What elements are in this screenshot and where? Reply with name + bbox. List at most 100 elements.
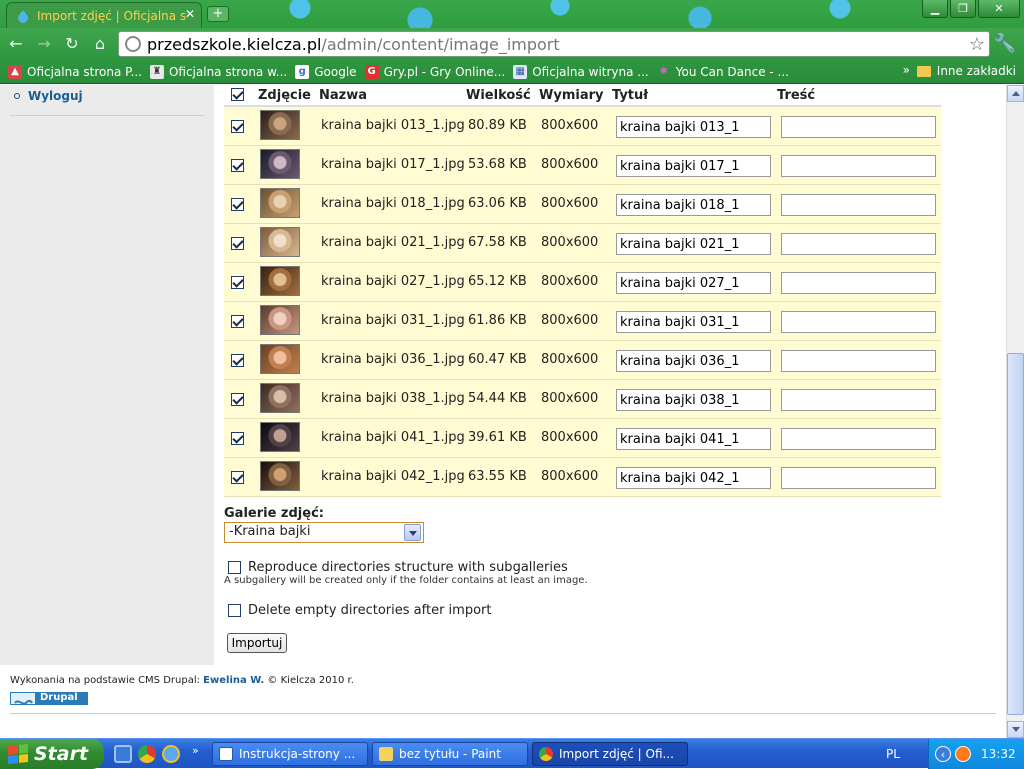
language-indicator[interactable]: PL [886, 747, 900, 761]
body-input[interactable] [781, 428, 936, 450]
close-tab-icon[interactable]: ✕ [185, 7, 195, 21]
row-select-checkbox[interactable] [231, 432, 244, 445]
file-name: kraina bajki 027_1.jpg [321, 274, 465, 289]
file-size: 54.44 KB [468, 391, 527, 406]
title-input[interactable] [616, 194, 771, 216]
table-row: kraina bajki 027_1.jpg 65.12 KB 800x600 [224, 263, 941, 302]
logout-link[interactable]: Wyloguj [28, 89, 83, 103]
close-window-icon[interactable]: ✕ [978, 0, 1020, 18]
file-name: kraina bajki 013_1.jpg [321, 118, 465, 133]
body-input[interactable] [781, 311, 936, 333]
delete-empty-checkbox[interactable] [228, 604, 241, 617]
title-input[interactable] [616, 428, 771, 450]
body-input[interactable] [781, 233, 936, 255]
row-select-checkbox[interactable] [231, 354, 244, 367]
title-input[interactable] [616, 116, 771, 138]
paint-icon [379, 747, 393, 761]
body-input[interactable] [781, 272, 936, 294]
bookmark-item[interactable]: G Gry.pl - Gry Online... [364, 64, 505, 79]
image-dimensions: 800x600 [541, 391, 599, 406]
taskbar-item-chrome[interactable]: Import zdjęć | Ofi... [532, 742, 688, 766]
body-input[interactable] [781, 155, 936, 177]
select-all-checkbox[interactable] [231, 88, 244, 101]
title-input[interactable] [616, 233, 771, 255]
minimize-icon[interactable]: ▁ [922, 0, 948, 18]
internet-explorer-icon[interactable] [162, 745, 180, 763]
windows-taskbar: Start » Instrukcja-strony ... bez tytułu… [0, 738, 1024, 769]
start-button[interactable]: Start [0, 739, 104, 769]
scroll-down-arrow-icon[interactable] [1007, 721, 1024, 738]
bookmarks-overflow-chevron[interactable]: » [903, 63, 910, 77]
restore-icon[interactable]: ❐ [950, 0, 976, 18]
bookmark-item[interactable]: ✱ You Can Dance - ... [657, 65, 789, 79]
photo-thumbnail [260, 383, 300, 413]
reproduce-checkbox[interactable] [228, 561, 241, 574]
title-input[interactable] [616, 155, 771, 177]
row-select-checkbox[interactable] [231, 276, 244, 289]
column-header-photo: Zdjęcie [258, 87, 311, 103]
sidebar-divider [10, 115, 204, 116]
body-input[interactable] [781, 389, 936, 411]
antivirus-icon[interactable] [955, 746, 971, 762]
tray-expand-icon[interactable]: ‹ [935, 746, 951, 762]
row-select-checkbox[interactable] [231, 393, 244, 406]
body-input[interactable] [781, 194, 936, 216]
bookmark-label: Google [314, 64, 357, 79]
title-input[interactable] [616, 389, 771, 411]
row-select-checkbox[interactable] [231, 237, 244, 250]
footer-author-link[interactable]: Ewelina W. [203, 675, 264, 686]
file-name: kraina bajki 021_1.jpg [321, 235, 465, 250]
title-input[interactable] [616, 272, 771, 294]
clock: 13:32 [981, 747, 1016, 761]
bookmark-label: Oficjalna strona P... [27, 64, 142, 79]
taskbar-item-label: bez tytułu - Paint [399, 747, 501, 761]
row-select-checkbox[interactable] [231, 120, 244, 133]
wrench-menu-icon[interactable]: 🔧 [994, 33, 1016, 54]
gallery-select[interactable]: -Kraina bajki [224, 522, 424, 543]
scrollbar-thumb[interactable] [1007, 353, 1024, 715]
dropdown-arrow-icon[interactable] [404, 524, 421, 541]
photo-thumbnail [260, 422, 300, 452]
bookmark-item[interactable]: g Google [295, 64, 357, 79]
home-icon[interactable]: ⌂ [90, 34, 110, 54]
bookmark-item[interactable]: ▲ Oficjalna strona P... [8, 64, 142, 79]
scroll-up-arrow-icon[interactable] [1007, 85, 1024, 102]
forward-arrow-icon[interactable]: → [34, 34, 54, 54]
sidebar: Wyloguj [0, 85, 214, 665]
body-input[interactable] [781, 350, 936, 372]
row-select-checkbox[interactable] [231, 198, 244, 211]
column-header-size: Wielkość [466, 87, 531, 103]
import-button[interactable]: Importuj [227, 633, 287, 653]
photo-thumbnail [260, 344, 300, 374]
title-input[interactable] [616, 350, 771, 372]
file-size: 60.47 KB [468, 352, 527, 367]
drupal-badge[interactable]: Drupal [10, 692, 88, 705]
vertical-scrollbar[interactable] [1006, 85, 1024, 738]
other-bookmarks-button[interactable]: Inne zakładki [916, 64, 1016, 78]
row-select-checkbox[interactable] [231, 159, 244, 172]
taskbar-item-paint[interactable]: bez tytułu - Paint [372, 742, 528, 766]
body-input[interactable] [781, 116, 936, 138]
quick-launch-overflow[interactable]: » [192, 744, 199, 757]
back-arrow-icon[interactable]: ← [6, 34, 26, 54]
address-bar[interactable]: przedszkole.kielcza.pl/admin/content/ima… [118, 31, 990, 57]
reload-icon[interactable]: ↻ [62, 34, 82, 54]
chrome-icon[interactable] [138, 745, 156, 763]
page-icon: ▦ [513, 64, 528, 79]
bookmark-item[interactable]: ♜ Oficjalna strona w... [149, 64, 287, 79]
row-select-checkbox[interactable] [231, 471, 244, 484]
table-row: kraina bajki 031_1.jpg 61.86 KB 800x600 [224, 302, 941, 341]
body-input[interactable] [781, 467, 936, 489]
bookmark-item[interactable]: ▦ Oficjalna witryna ... [513, 64, 649, 79]
title-input[interactable] [616, 467, 771, 489]
title-input[interactable] [616, 311, 771, 333]
row-select-checkbox[interactable] [231, 315, 244, 328]
file-name: kraina bajki 031_1.jpg [321, 313, 465, 328]
photo-thumbnail [260, 149, 300, 179]
browser-tab[interactable]: Import zdjęć | Oficjalna s ✕ [6, 2, 202, 28]
new-tab-button[interactable]: + [207, 6, 229, 22]
url-path: /admin/content/image_import [321, 34, 560, 54]
taskbar-item-word[interactable]: Instrukcja-strony ... [212, 742, 368, 766]
show-desktop-icon[interactable] [114, 745, 132, 763]
bookmark-star-icon[interactable]: ☆ [969, 34, 985, 55]
